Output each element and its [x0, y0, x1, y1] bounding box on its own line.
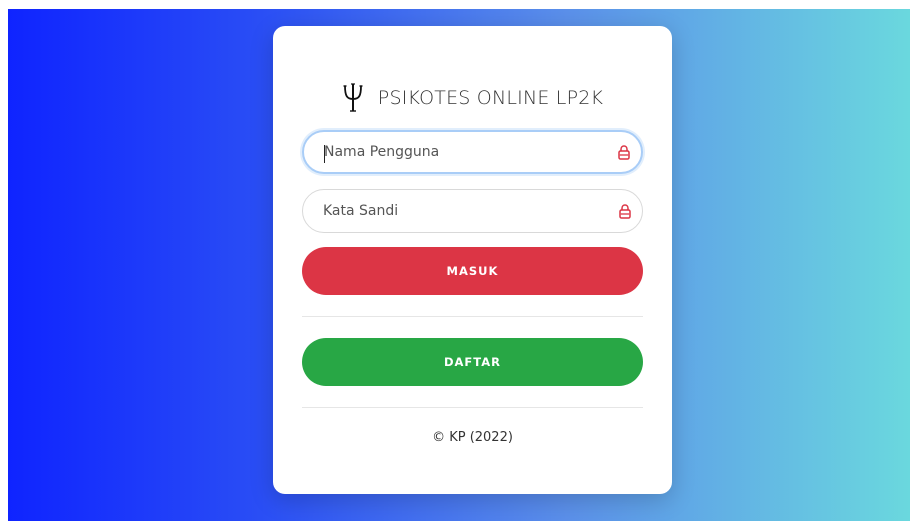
username-input[interactable] — [304, 132, 617, 172]
register-button[interactable]: DAFTAR — [302, 338, 643, 386]
copyright-text: © KP (2022) — [432, 430, 513, 445]
app-title: PSIKOTES ONLINE LP2K — [377, 87, 604, 109]
login-card: PSIKOTES ONLINE LP2K MASUK DAFTAR © KP (… — [273, 26, 672, 494]
text-caret — [324, 145, 325, 163]
username-field[interactable] — [302, 130, 643, 174]
password-field[interactable] — [302, 189, 643, 233]
divider — [302, 407, 643, 408]
lock-icon — [618, 203, 632, 219]
password-input[interactable] — [303, 190, 618, 232]
psi-icon — [342, 82, 364, 114]
brand-header: PSIKOTES ONLINE LP2K — [273, 78, 672, 118]
login-button[interactable]: MASUK — [302, 247, 643, 295]
lock-icon — [617, 144, 631, 160]
divider — [302, 316, 643, 317]
